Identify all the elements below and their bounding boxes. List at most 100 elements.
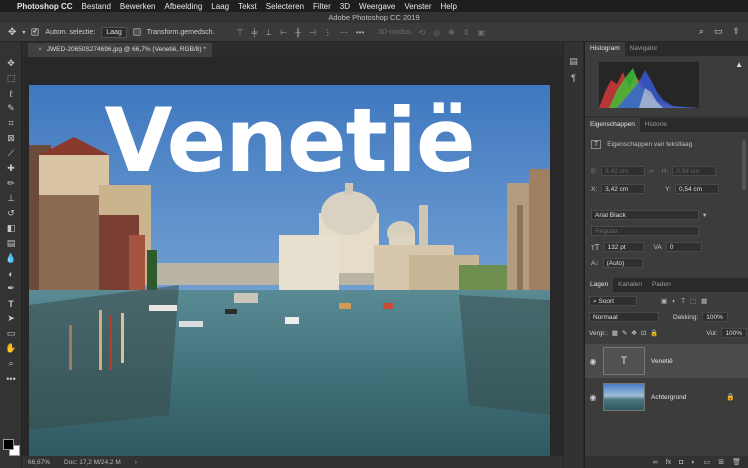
move-tool-icon[interactable]: ✥ (8, 27, 16, 38)
properties-scrollbar[interactable] (742, 140, 746, 190)
dropdown-chevron-icon[interactable]: ▾ (22, 29, 25, 36)
healing-tool-icon[interactable]: ✚ (0, 161, 22, 176)
edit-toolbar-icon[interactable]: ••• (0, 371, 22, 386)
menu-app[interactable]: Photoshop CC (17, 2, 73, 11)
menu-3d[interactable]: 3D (340, 2, 350, 11)
distribute-icon[interactable]: ⋮ (324, 28, 332, 37)
doc-size[interactable]: Doc: 17,2 M/24,2 M (64, 459, 121, 466)
layer-row-text[interactable]: ◉ T Venetië (585, 344, 748, 378)
layer-lock-icon[interactable]: 🔒 (726, 393, 735, 401)
leading-field[interactable]: (Auto) (602, 258, 643, 268)
menu-weergave[interactable]: Weergave (359, 2, 395, 11)
history-panel-icon[interactable]: ▤ (564, 56, 583, 67)
close-tab-icon[interactable]: × (38, 46, 42, 53)
align-vcenter-icon[interactable]: ╪ (252, 28, 258, 37)
font-family-dropdown[interactable]: Arial Black (591, 210, 699, 220)
auto-select-checkbox[interactable] (31, 27, 40, 36)
document-tab[interactable]: × JWED-20650S274696.jpg @ 66,7% (Venetië,… (28, 43, 212, 57)
zoom-tool-icon[interactable]: ⌕ (0, 356, 22, 371)
layer-name[interactable]: Venetië (651, 358, 673, 365)
color-swatches[interactable] (3, 439, 21, 457)
eyedropper-tool-icon[interactable]: ⟋ (0, 146, 22, 161)
adjustment-layer-icon[interactable]: ◐ (691, 459, 695, 466)
menu-laag[interactable]: Laag (211, 2, 229, 11)
search-icon[interactable]: ⌕ (699, 26, 704, 37)
lock-icons[interactable]: ▦✎✥⊡🔒 (612, 329, 663, 337)
blend-mode-dropdown[interactable]: Normaal (589, 312, 659, 322)
tab-paths[interactable]: Paden (647, 278, 676, 292)
align-left-icon[interactable]: ⊢ (280, 28, 287, 37)
foreground-color-swatch[interactable] (3, 439, 14, 450)
paragraph-panel-icon[interactable]: ¶ (564, 73, 583, 83)
y-field[interactable]: 0,54 cm (674, 184, 719, 194)
layer-style-icon[interactable]: fx (666, 459, 671, 466)
3d-roll-icon[interactable]: ◎ (433, 28, 440, 37)
delete-layer-icon[interactable]: 🗑 (732, 458, 741, 466)
layer-name[interactable]: Achtergrond (651, 394, 686, 401)
workspace-icon[interactable]: ▭ (714, 26, 723, 37)
status-menu-chevron-icon[interactable]: › (135, 459, 137, 466)
type-tool-icon[interactable]: T (0, 296, 22, 311)
document-canvas[interactable]: Venetië (29, 85, 550, 468)
auto-select-dropdown[interactable]: Laag (101, 26, 127, 38)
tab-channels[interactable]: Kanalen (613, 278, 647, 292)
new-group-icon[interactable]: ▭ (704, 458, 711, 466)
hand-tool-icon[interactable]: ✋ (0, 341, 22, 356)
pen-tool-icon[interactable]: ✒ (0, 281, 22, 296)
align-hcenter-icon[interactable]: ╫ (295, 28, 301, 37)
3d-slide-icon[interactable]: ⇕ (463, 28, 470, 37)
histogram-warning-icon[interactable]: ▲ (735, 60, 743, 69)
3d-scale-icon[interactable]: ▣ (478, 28, 486, 37)
tab-layers[interactable]: Lagen (585, 278, 614, 292)
opacity-field[interactable]: 100% (702, 312, 729, 322)
menu-venster[interactable]: Venster (404, 2, 431, 11)
menu-selecteren[interactable]: Selecteren (266, 2, 304, 11)
menu-afbeelding[interactable]: Afbeelding (164, 2, 202, 11)
headline-text[interactable]: Venetië (29, 91, 550, 191)
menu-filter[interactable]: Filter (313, 2, 331, 11)
eraser-tool-icon[interactable]: ◧ (0, 221, 22, 236)
tab-navigator[interactable]: Navigator (625, 42, 663, 56)
lasso-tool-icon[interactable]: ℓ (0, 86, 22, 101)
menu-bestand[interactable]: Bestand (82, 2, 111, 11)
gradient-tool-icon[interactable]: ▤ (0, 236, 22, 251)
tab-histogram[interactable]: Histogram (585, 42, 625, 56)
width-field[interactable]: 3,42 cm (601, 166, 646, 176)
menu-help[interactable]: Help (441, 2, 457, 11)
visibility-eye-icon[interactable]: ◉ (585, 357, 601, 366)
quick-select-tool-icon[interactable]: ✎ (0, 101, 22, 116)
layer-row-background[interactable]: ◉ Achtergrond 🔒 (585, 380, 748, 414)
distribute-h-icon[interactable]: ⋯ (340, 28, 348, 37)
brush-tool-icon[interactable]: ✏ (0, 176, 22, 191)
height-field[interactable]: 0,54 cm (672, 166, 717, 176)
shape-tool-icon[interactable]: ▭ (0, 326, 22, 341)
menu-bewerken[interactable]: Bewerken (120, 2, 156, 11)
share-icon[interactable]: ⇪ (732, 26, 740, 37)
align-top-icon[interactable]: ⊤ (237, 28, 244, 37)
tracking-field[interactable]: 0 (665, 242, 702, 252)
link-icon[interactable]: ∞ (649, 168, 654, 175)
history-brush-icon[interactable]: ↺ (0, 206, 22, 221)
x-field[interactable]: 3,42 cm (601, 184, 646, 194)
align-bottom-icon[interactable]: ⊥ (265, 28, 272, 37)
3d-rotate-icon[interactable]: ⟲ (418, 28, 425, 37)
add-mask-icon[interactable]: ◘ (679, 459, 683, 466)
tab-history[interactable]: Historie (640, 118, 672, 132)
blur-tool-icon[interactable]: 💧 (0, 251, 22, 266)
font-style-dropdown[interactable]: Regular (591, 226, 699, 236)
menu-tekst[interactable]: Tekst (238, 2, 257, 11)
align-right-icon[interactable]: ⊣ (309, 28, 316, 37)
path-select-icon[interactable]: ➤ (0, 311, 22, 326)
font-size-field[interactable]: 132 pt (603, 242, 644, 252)
transform-controls-checkbox[interactable] (132, 28, 141, 36)
font-family-chevron-icon[interactable]: ▾ (703, 211, 706, 219)
frame-tool-icon[interactable]: ⊠ (0, 131, 22, 146)
layer-filter-dropdown[interactable]: ⌕ Soort (589, 296, 637, 306)
more-options-icon[interactable]: ••• (356, 28, 364, 37)
stamp-tool-icon[interactable]: ⊥ (0, 191, 22, 206)
link-layers-icon[interactable]: ∞ (653, 459, 658, 466)
marquee-tool-icon[interactable]: ⬚ (0, 71, 22, 86)
fill-field[interactable]: 100% (721, 328, 748, 338)
new-layer-icon[interactable]: ⊞ (718, 458, 724, 466)
tab-properties[interactable]: Eigenschappen (585, 118, 640, 132)
